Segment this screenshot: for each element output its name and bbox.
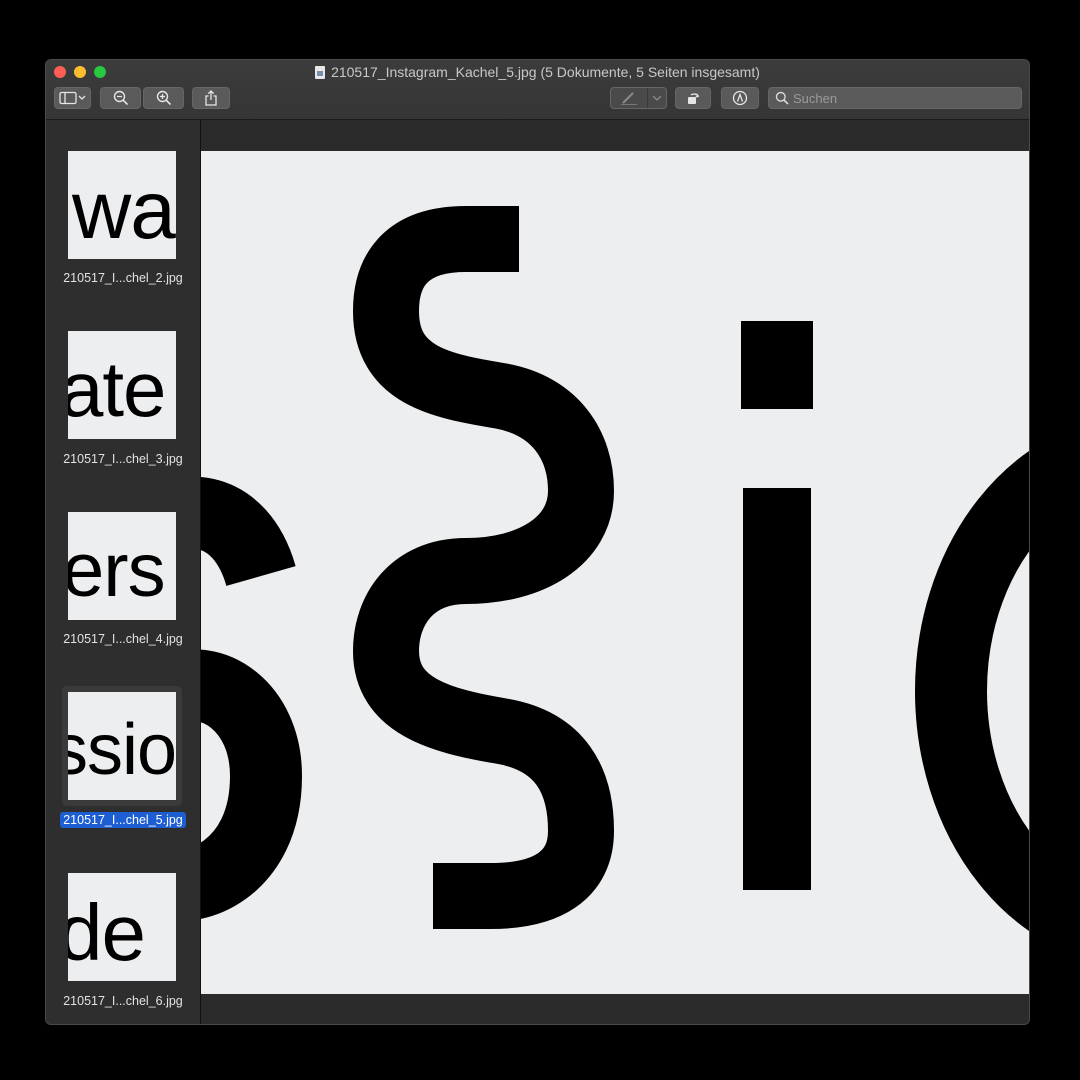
thumbnail-label[interactable]: 210517_I...chel_4.jpg — [58, 631, 188, 647]
rotate-icon — [688, 93, 700, 104]
window-title-wrap: 210517_Instagram_Kachel_5.jpg (5 Dokumen… — [46, 63, 1029, 81]
zoom-out-icon — [113, 90, 128, 106]
thumbnail-sidebar[interactable]: wa 210517_I...chel_2.jpg ate 210517_I...… — [46, 120, 201, 1024]
glyph-o-partial — [915, 451, 1029, 931]
zoom-out-button[interactable] — [100, 87, 141, 109]
dropdown-divider — [647, 88, 648, 108]
zoom-in-icon — [156, 90, 171, 106]
sidebar-toggle-button[interactable] — [54, 87, 91, 109]
window-title: 210517_Instagram_Kachel_5.jpg (5 Dokumen… — [331, 64, 760, 80]
titlebar: 210517_Instagram_Kachel_5.jpg (5 Dokumen… — [46, 60, 1029, 120]
rotate-button[interactable] — [675, 87, 711, 109]
pen-tool-button[interactable] — [610, 87, 667, 109]
preview-window: 210517_Instagram_Kachel_5.jpg (5 Dokumen… — [45, 59, 1030, 1025]
search-field[interactable] — [768, 87, 1022, 109]
thumbnail-4[interactable]: ers — [68, 512, 176, 620]
share-button[interactable] — [192, 87, 230, 109]
document-view[interactable] — [201, 120, 1029, 1024]
markup-button[interactable] — [721, 87, 759, 109]
search-icon — [775, 91, 789, 105]
thumbnail-preview-text: ssio — [68, 710, 176, 790]
page-artwork — [201, 206, 1029, 931]
thumbnail-6[interactable]: de — [68, 873, 176, 981]
thumbnail-preview-text: wa — [72, 165, 176, 256]
search-input[interactable] — [789, 90, 1013, 106]
share-icon — [205, 90, 217, 106]
glyph-s-partial — [201, 477, 303, 919]
glyph-s-large — [352, 206, 615, 929]
thumbnail-preview-text: ate — [68, 344, 166, 433]
thumbnail-label[interactable]: 210517_I...chel_6.jpg — [58, 993, 188, 1009]
pen-icon — [621, 92, 637, 105]
thumbnail-5[interactable]: ssio — [68, 692, 176, 800]
sidebar-icon — [58, 91, 85, 105]
glyph-i-stem — [743, 488, 811, 890]
chevron-down-icon[interactable] — [652, 94, 662, 102]
thumbnail-preview-text: de — [68, 888, 146, 977]
thumbnail-2[interactable]: wa — [68, 151, 176, 259]
glyph-i-dot — [741, 321, 813, 409]
thumbnail-label[interactable]: 210517_I...chel_5.jpg — [60, 812, 186, 828]
thumbnail-preview-text: ers — [68, 527, 166, 613]
zoom-in-button[interactable] — [143, 87, 184, 109]
thumbnail-label[interactable]: 210517_I...chel_3.jpg — [58, 451, 188, 467]
markup-icon — [732, 90, 748, 106]
document-icon — [315, 66, 326, 79]
page-image — [201, 151, 1029, 994]
thumbnail-3[interactable]: ate — [68, 331, 176, 439]
thumbnail-label[interactable]: 210517_I...chel_2.jpg — [58, 270, 188, 286]
